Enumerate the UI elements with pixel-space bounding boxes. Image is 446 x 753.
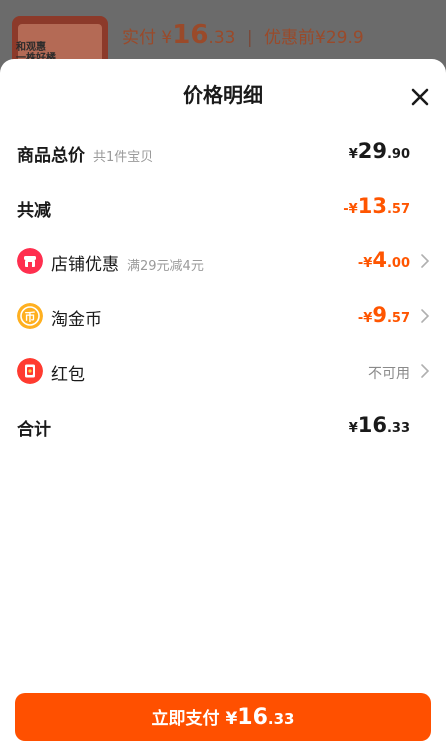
row-goods-total: 商品总价 共1件宝贝 ¥29.90: [0, 135, 446, 171]
total-discount-label: 共减: [17, 201, 51, 221]
shop-discount-rule: 满29元减4元: [127, 259, 204, 274]
total-discount-value: -¥13.57: [343, 194, 410, 218]
total-discount-int: 13: [357, 194, 387, 218]
pay-now-button[interactable]: 立即支付 ¥16.33: [15, 693, 431, 741]
shop-icon: [17, 248, 43, 274]
chevron-right-icon: [421, 254, 430, 268]
goods-total-dec: .90: [386, 147, 410, 162]
coin-icon: 币: [17, 303, 43, 329]
red-packet-label: 红包: [51, 365, 85, 385]
row-total-discount: 共减 -¥13.57: [0, 190, 446, 226]
shop-discount-value: -¥4.00: [358, 248, 410, 272]
pay-now-int: 16: [237, 705, 268, 730]
taojinbi-prefix: -¥: [357, 311, 373, 326]
shop-discount-label: 店铺优惠 满29元减4元: [51, 250, 204, 275]
shop-discount-int: 4: [372, 248, 387, 272]
close-icon[interactable]: [406, 83, 434, 111]
goods-total-value: ¥29.90: [349, 139, 410, 163]
original-price: ¥29.9: [315, 28, 364, 48]
taojinbi-value: -¥9.57: [358, 303, 410, 327]
goods-total-text: 商品总价: [17, 146, 85, 166]
sum-total-dec: .33: [386, 421, 410, 436]
shop-discount-prefix: -¥: [357, 256, 373, 271]
row-red-packet[interactable]: 红包 不可用: [0, 354, 446, 390]
svg-text:币: 币: [25, 311, 36, 324]
pay-now-yen: ¥: [225, 709, 238, 729]
taojinbi-dec: .57: [386, 311, 410, 326]
price-separator: |: [246, 28, 253, 48]
red-packet-status: 不可用: [368, 366, 410, 382]
sum-total-label: 合计: [17, 420, 51, 440]
paid-yen: ¥: [161, 28, 173, 48]
taojinbi-int: 9: [372, 303, 387, 327]
paid-int: 16: [172, 20, 209, 50]
shop-discount-dec: .00: [386, 256, 410, 271]
background-price-summary: 实付 ¥16.33 | 优惠前¥29.9: [122, 20, 364, 50]
goods-total-int: 29: [357, 139, 387, 163]
row-taojinbi[interactable]: 币 淘金币 -¥9.57: [0, 299, 446, 335]
row-sum-total: 合计 ¥16.33: [0, 409, 446, 445]
red-packet-icon: [17, 358, 43, 384]
pay-now-label: 立即支付: [151, 709, 220, 729]
paid-label: 实付: [122, 28, 156, 48]
goods-total-yen: ¥: [348, 147, 358, 162]
goods-total-label: 商品总价 共1件宝贝: [17, 141, 153, 166]
sum-total-value: ¥16.33: [349, 413, 410, 437]
price-detail-sheet: 价格明细 商品总价 共1件宝贝 ¥29.90 共减 -¥13.57 店铺优惠 满29…: [0, 59, 446, 753]
pay-now-text: 立即支付 ¥16.33: [151, 705, 295, 730]
original-label: 优惠前: [264, 28, 316, 48]
paid-dec: .33: [208, 28, 236, 48]
chevron-right-icon: [421, 364, 430, 378]
pay-now-dec: .33: [267, 710, 295, 728]
sum-total-int: 16: [357, 413, 387, 437]
chevron-right-icon: [421, 309, 430, 323]
shop-discount-text: 店铺优惠: [51, 255, 119, 275]
goods-count: 共1件宝贝: [93, 150, 154, 165]
total-discount-prefix: -¥: [343, 202, 358, 217]
sum-total-yen: ¥: [348, 421, 358, 436]
total-discount-dec: .57: [386, 202, 410, 217]
sheet-title: 价格明细: [183, 83, 263, 107]
taojinbi-label: 淘金币: [51, 310, 102, 330]
row-shop-discount[interactable]: 店铺优惠 满29元减4元 -¥4.00: [0, 244, 446, 280]
